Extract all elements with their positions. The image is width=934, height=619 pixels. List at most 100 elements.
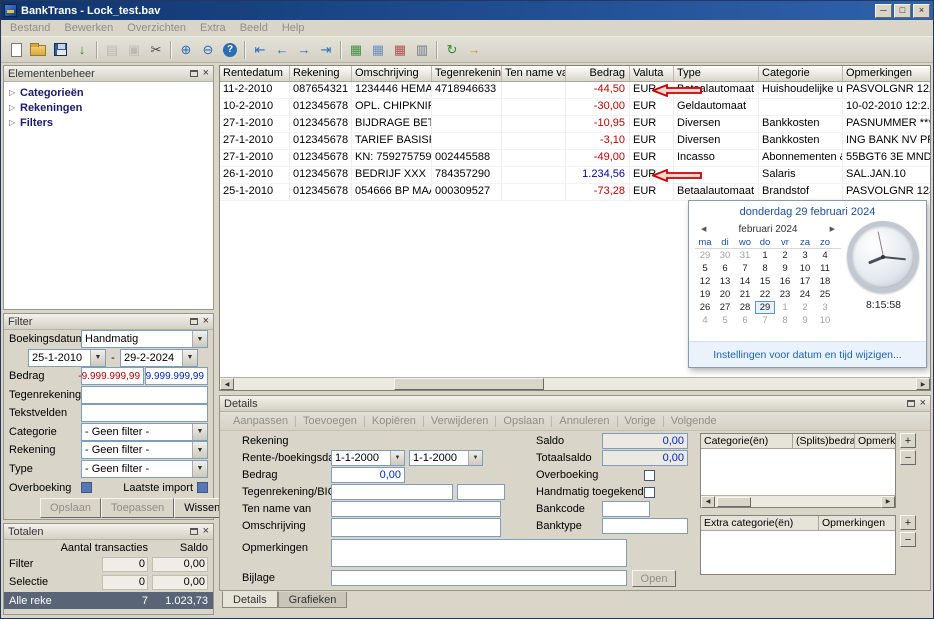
close-panel-icon[interactable]: × <box>203 526 209 537</box>
bedrag-min-input[interactable]: -9.999.999,99 <box>78 367 144 386</box>
calendar-day[interactable]: 13 <box>715 275 735 288</box>
ten-name-van-field[interactable] <box>331 501 501 517</box>
column-header-categorie[interactable]: Categorie <box>759 66 843 81</box>
close-panel-icon[interactable]: × <box>203 68 209 79</box>
calendar-day[interactable]: 3 <box>795 249 815 262</box>
column-header-type[interactable]: Type <box>674 66 759 81</box>
rekening-select[interactable]: - Geen filter - ▼ <box>81 441 208 460</box>
help-button[interactable]: ? <box>219 39 241 61</box>
menu-help[interactable]: Help <box>275 22 312 34</box>
export-table-button[interactable]: ▥ <box>411 39 433 61</box>
open-button[interactable]: Open <box>632 570 676 587</box>
toepassen-button[interactable]: Toepassen <box>100 497 175 518</box>
rentedatum-select[interactable]: 1-1-2000 ▼ <box>331 450 405 466</box>
calendar-day[interactable]: 8 <box>755 262 775 275</box>
banktype-field[interactable] <box>602 518 688 534</box>
calendar-day[interactable]: 19 <box>695 288 715 301</box>
scroll-left-button[interactable]: ◀ <box>701 495 715 508</box>
calendar-day[interactable]: 17 <box>795 275 815 288</box>
column-header-rekening[interactable]: Rekening <box>290 66 352 81</box>
table-row[interactable]: 27-1-2010012345678BIJDRAGE BETA... -10,95… <box>220 116 930 133</box>
tegenrekening-field[interactable] <box>331 484 453 500</box>
bedrag-field[interactable]: 0,00 <box>331 467 405 483</box>
calendar-day[interactable]: 6 <box>735 314 755 327</box>
calendar-day[interactable]: 4 <box>695 314 715 327</box>
calendar-day[interactable]: 2 <box>775 249 795 262</box>
refresh-button[interactable]: ↻ <box>441 39 463 61</box>
calendar-day[interactable]: 27 <box>715 301 735 314</box>
extra-column-header[interactable]: Extra categorie(ën) <box>701 516 819 530</box>
menu-extra[interactable]: Extra <box>193 22 233 34</box>
categorie-select[interactable]: - Geen filter - ▼ <box>81 422 208 441</box>
table-row[interactable]: 26-1-2010 012345678 BEDRIJF XXX 784357290 1.… <box>220 167 930 184</box>
calendar-day[interactable]: 10 <box>795 262 815 275</box>
table-row[interactable]: 10-2-2010012345678OPL. CHIPKNIP 0... -30,… <box>220 99 930 116</box>
calendar-day[interactable]: 4 <box>815 249 835 262</box>
menu-bewerken[interactable]: Bewerken <box>57 22 120 34</box>
menu-beeld[interactable]: Beeld <box>233 22 275 34</box>
cut-button[interactable]: ✂ <box>145 39 167 61</box>
calendar-day[interactable]: 28 <box>735 301 755 314</box>
volgende-action[interactable]: Volgende <box>664 415 724 427</box>
omschrijving-field[interactable] <box>331 518 501 537</box>
table-row[interactable]: 27-1-2010012345678TARIEF BASISPA... -3,10… <box>220 133 930 150</box>
boekingsdatum-select[interactable]: Handmatig ▼ <box>81 330 208 349</box>
kopiren-action[interactable]: Kopiëren <box>365 415 423 427</box>
column-header-omschrijving[interactable]: Omschrijving <box>352 66 432 81</box>
calendar-day[interactable]: 3 <box>815 301 835 314</box>
row-duplicate-button[interactable]: ▦ <box>367 39 389 61</box>
date-from-select[interactable]: 25-1-2010 ▼ <box>28 348 106 367</box>
zoom-out-button[interactable]: ⊖ <box>197 39 219 61</box>
opslaan-action[interactable]: Opslaan <box>496 415 551 427</box>
tekstvelden-input[interactable] <box>81 404 208 423</box>
scroll-right-button[interactable]: ▶ <box>881 495 895 508</box>
tree-item-filters[interactable]: ▷ Filters <box>4 115 213 130</box>
column-header-valuta[interactable]: Valuta <box>630 66 674 81</box>
tree-item-rekeningen[interactable]: ▷ Rekeningen <box>4 100 213 115</box>
maximize-button[interactable]: □ <box>894 3 911 18</box>
table-row[interactable]: 11-2-20100876543211234446 HEMA D...47189… <box>220 82 930 99</box>
zoom-in-button[interactable]: ⊕ <box>175 39 197 61</box>
bijlage-field[interactable] <box>331 570 627 586</box>
calendar-day[interactable]: 29 <box>695 249 715 262</box>
opslaan-button[interactable]: Opslaan <box>40 497 101 518</box>
opmerkingen-field[interactable] <box>331 539 627 567</box>
cat-table-scrollbar[interactable]: ◀ ▶ <box>701 495 895 508</box>
datetime-settings-link[interactable]: Instellingen voor datum en tijd wijzigen… <box>713 349 902 361</box>
minimize-button[interactable]: ─ <box>875 3 892 18</box>
expand-arrow-icon[interactable]: ▷ <box>9 118 20 127</box>
tab-details[interactable]: Details <box>222 591 278 608</box>
copy-button[interactable]: ▣ <box>123 39 145 61</box>
h-scrollbar[interactable]: ◀ ▶ <box>220 377 930 390</box>
row-delete-button[interactable]: ▦ <box>389 39 411 61</box>
aanpassen-action[interactable]: Aanpassen <box>226 415 295 427</box>
calendar-day[interactable]: 30 <box>715 249 735 262</box>
scroll-right-button[interactable]: ▶ <box>916 378 930 390</box>
scroll-track[interactable] <box>234 378 916 390</box>
cat-table-body[interactable] <box>701 449 895 495</box>
handmatig-toegekend-checkbox[interactable] <box>644 487 655 498</box>
add-extra-category-button[interactable]: + <box>900 515 916 530</box>
calendar-day[interactable]: 1 <box>775 301 795 314</box>
bedrag-max-input[interactable]: 9.999.999,99 <box>145 367 208 386</box>
calendar-day[interactable]: 14 <box>735 275 755 288</box>
calendar-prev-button[interactable]: ◀ <box>695 225 712 233</box>
column-header-tegenrekening[interactable]: Tegenrekening <box>432 66 502 81</box>
calendar-day[interactable]: 15 <box>755 275 775 288</box>
import-button[interactable]: ↓ <box>71 39 93 61</box>
row-add-button[interactable]: ▦ <box>345 39 367 61</box>
calendar-day[interactable]: 1 <box>755 249 775 262</box>
calendar-day[interactable]: 22 <box>755 288 775 301</box>
calendar-day[interactable]: 21 <box>735 288 755 301</box>
remove-category-button[interactable]: − <box>900 450 916 465</box>
calendar-day[interactable]: 31 <box>735 249 755 262</box>
calendar-day[interactable]: 12 <box>695 275 715 288</box>
laatste-import-checkbox[interactable] <box>197 482 208 494</box>
exit-button[interactable]: → <box>463 39 485 61</box>
add-category-button[interactable]: + <box>900 433 916 448</box>
extra-column-header[interactable]: Opmerkingen <box>819 516 895 530</box>
vorige-action[interactable]: Vorige <box>618 415 663 427</box>
calendar-day[interactable]: 9 <box>795 314 815 327</box>
scroll-thumb[interactable] <box>394 378 544 390</box>
calendar-day[interactable]: 7 <box>755 314 775 327</box>
